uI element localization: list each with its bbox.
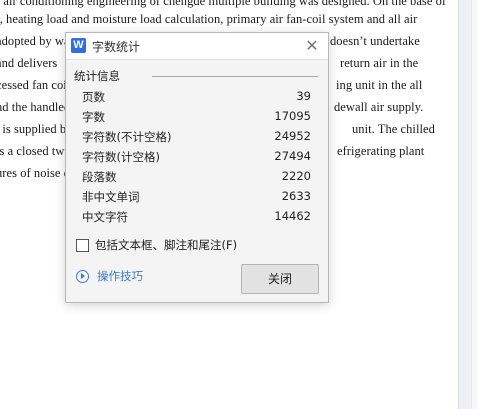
stat-row-paragraphs: 段落数 2220 (82, 169, 311, 187)
close-button[interactable]: 关闭 (241, 264, 319, 294)
stat-value: 24952 (274, 129, 311, 143)
wps-writer-icon: W (71, 38, 86, 53)
stat-label: 非中文单词 (82, 190, 140, 204)
stat-value: 17095 (274, 109, 311, 123)
stat-row-pages: 页数 39 (82, 89, 311, 107)
stat-row-chinese-chars: 中文字符 14462 (82, 209, 311, 227)
stat-row-chars-no-spaces: 字符数(不计空格) 24952 (82, 129, 311, 147)
stat-label: 页数 (82, 90, 105, 104)
doc-text-fragment: ing unit in the all (336, 78, 423, 92)
doc-text-fragment: doesn’t undertake (330, 34, 420, 48)
stat-value: 27494 (274, 149, 311, 163)
word-count-dialog: W 字数统计 ✕ 统计信息 页数 39 字数 17095 字符数(不计空格) 2… (65, 32, 329, 303)
dialog-titlebar[interactable]: W 字数统计 ✕ (66, 33, 328, 60)
close-icon[interactable]: ✕ (302, 36, 322, 56)
statistics-group-label: 统计信息 (74, 68, 124, 84)
stat-row-words: 字数 17095 (82, 109, 311, 127)
stat-row-chars-with-spaces: 字符数(计空格) 27494 (82, 149, 311, 167)
doc-text-line: r, heating load and moisture load calcul… (0, 12, 418, 26)
tips-link-label[interactable]: 操作技巧 (97, 268, 143, 284)
doc-text-fragment: unit. The chilled (352, 122, 435, 136)
vertical-scrollbar[interactable] (471, 0, 477, 409)
checkbox-box[interactable] (76, 239, 89, 252)
stat-value: 2633 (281, 189, 311, 203)
checkbox-label[interactable]: 包括文本框、脚注和尾注(F) (95, 237, 237, 253)
stat-label: 字符数(计空格) (82, 150, 160, 164)
play-circle-icon[interactable] (76, 270, 89, 283)
doc-text-fragment: dewall air supply. (334, 100, 424, 114)
page-gutter (458, 0, 477, 409)
stat-row-non-chinese-words: 非中文单词 2633 (82, 189, 311, 207)
stat-value: 2220 (281, 169, 311, 183)
stat-label: 字符数(不计空格) (82, 130, 172, 144)
stat-label: 字数 (82, 110, 105, 124)
stat-label: 中文字符 (82, 210, 128, 224)
stat-value: 39 (296, 89, 311, 103)
doc-text-fragment: efrigerating plant (337, 144, 425, 158)
stat-label: 段落数 (82, 170, 117, 184)
group-divider (152, 76, 318, 77)
doc-text-line: f air conditioning engineering of chengd… (0, 0, 447, 8)
stat-value: 14462 (274, 209, 311, 223)
dialog-title: 字数统计 (92, 40, 141, 54)
doc-text-fragment: return air in the (340, 56, 419, 70)
